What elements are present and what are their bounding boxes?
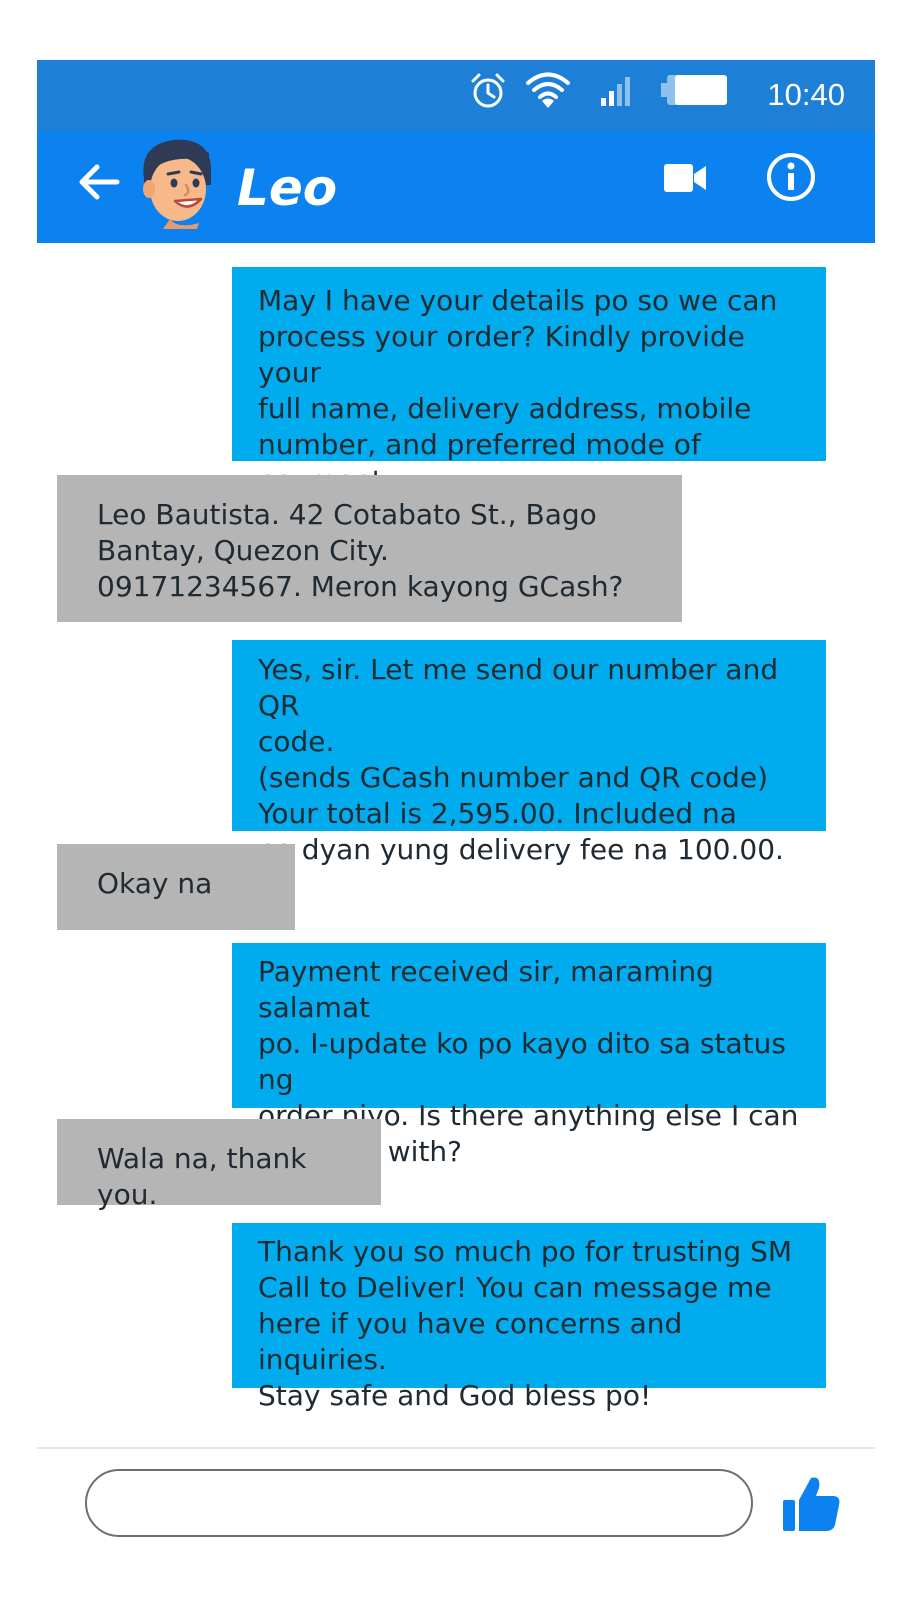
contact-name: Leo xyxy=(237,159,338,217)
wifi-icon xyxy=(526,72,570,108)
back-arrow-icon[interactable] xyxy=(75,158,123,206)
battery-icon xyxy=(661,75,727,105)
message-bubble-outgoing: Yes, sir. Let me send our number and QR … xyxy=(232,640,826,866)
status-bar: 10:40 xyxy=(37,60,875,131)
message-bubble-outgoing: Payment received sir, maraming salamat p… xyxy=(232,943,826,1168)
message-input[interactable] xyxy=(85,1469,753,1537)
chat-header: Leo xyxy=(37,131,875,243)
thumbs-up-icon[interactable] xyxy=(781,1473,843,1535)
video-call-icon[interactable] xyxy=(663,161,707,195)
message-bubble-outgoing: Thank you so much po for trusting SM Cal… xyxy=(232,1223,826,1412)
status-time: 10:40 xyxy=(767,77,845,112)
message-bubble-incoming: Leo Bautista. 42 Cotabato St., Bago Bant… xyxy=(57,475,682,622)
avatar[interactable] xyxy=(137,133,217,229)
composer-divider xyxy=(37,1447,875,1449)
signal-icon xyxy=(601,77,630,106)
chat-screen: 10:40 Leo May I have your details po so … xyxy=(37,60,875,1560)
alarm-icon xyxy=(471,73,505,108)
info-icon[interactable] xyxy=(766,152,816,202)
message-bubble-incoming: Wala na, thank you. xyxy=(57,1119,381,1211)
message-bubble-outgoing: May I have your details po so we can pro… xyxy=(232,267,826,497)
message-bubble-incoming: Okay na xyxy=(57,844,295,930)
